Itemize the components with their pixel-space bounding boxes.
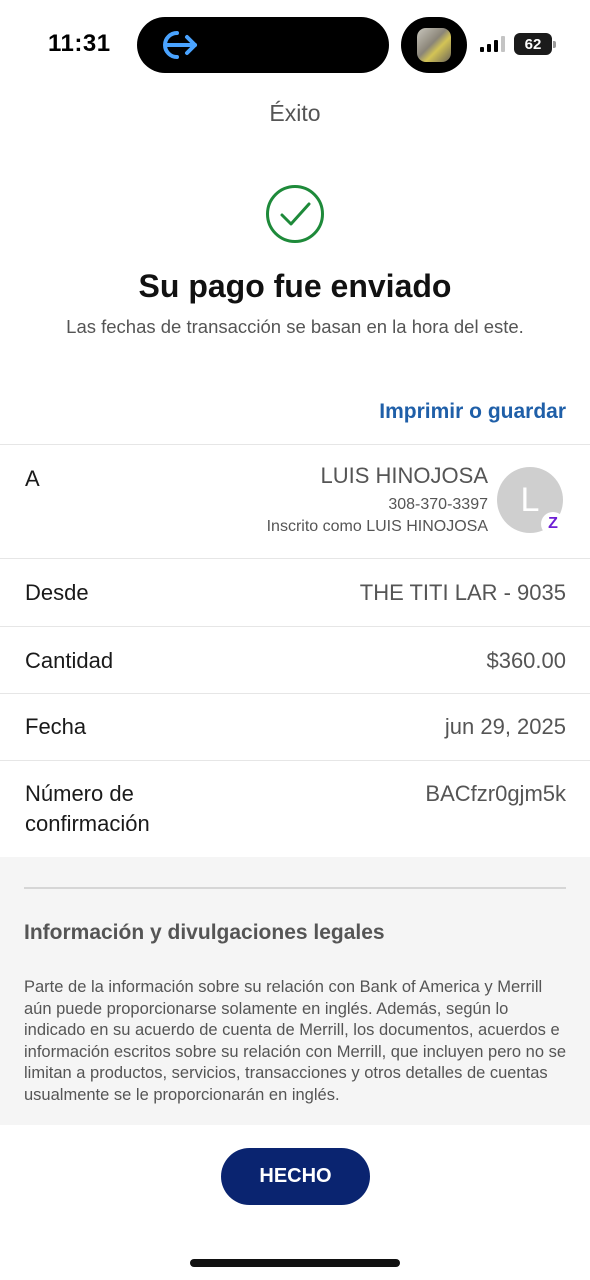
amount-label: Cantidad	[25, 648, 114, 673]
confirmation-headline: Su pago fue enviado	[138, 268, 452, 304]
live-activity-thumbnail[interactable]	[401, 17, 467, 73]
legal-section[interactable]: Información y divulgaciones legales Part…	[0, 857, 590, 1125]
confirmation-number-label: Número de confirmación	[25, 781, 150, 836]
divider	[0, 626, 590, 627]
confirmation-number-value: BACfzr0gjm5k	[425, 781, 566, 806]
divider	[0, 760, 590, 761]
done-button[interactable]: HECHO	[221, 1148, 370, 1205]
legal-title: Información y divulgaciones legales	[24, 921, 385, 944]
from-label: Desde	[25, 580, 89, 605]
home-indicator[interactable]	[190, 1259, 400, 1267]
page-title: Éxito	[269, 100, 321, 126]
dynamic-island[interactable]	[137, 17, 389, 73]
cellular-signal-icon	[480, 36, 505, 52]
recipient-name: LUIS HINOJOSA	[320, 463, 488, 488]
date-value: jun 29, 2025	[444, 714, 566, 739]
timezone-note: Las fechas de transacción se basan en la…	[66, 316, 524, 337]
divider	[0, 558, 590, 559]
battery-indicator: 62	[514, 33, 556, 55]
date-label: Fecha	[25, 714, 87, 739]
legal-body-text: Parte de la información sobre su relació…	[24, 978, 567, 1104]
legal-divider	[24, 887, 566, 889]
print-or-save-link[interactable]: Imprimir o guardar	[379, 400, 566, 424]
to-label: A	[25, 466, 40, 491]
status-time: 11:31	[48, 30, 111, 57]
check-circle-icon	[266, 185, 324, 243]
recipient-enrolled-name: Inscrito como LUIS HINOJOSA	[266, 518, 488, 535]
status-bar: 11:31 62	[0, 0, 590, 90]
zelle-badge-icon: Z	[541, 512, 565, 536]
from-account-value: THE TITI LAR - 9035	[359, 580, 566, 605]
divider	[0, 693, 590, 694]
screen-share-arrow-icon	[163, 31, 197, 59]
recipient-phone: 308-370-3397	[388, 496, 488, 513]
amount-value: $360.00	[486, 648, 566, 673]
camera-thumbnail-image	[417, 28, 451, 62]
divider	[0, 444, 590, 445]
